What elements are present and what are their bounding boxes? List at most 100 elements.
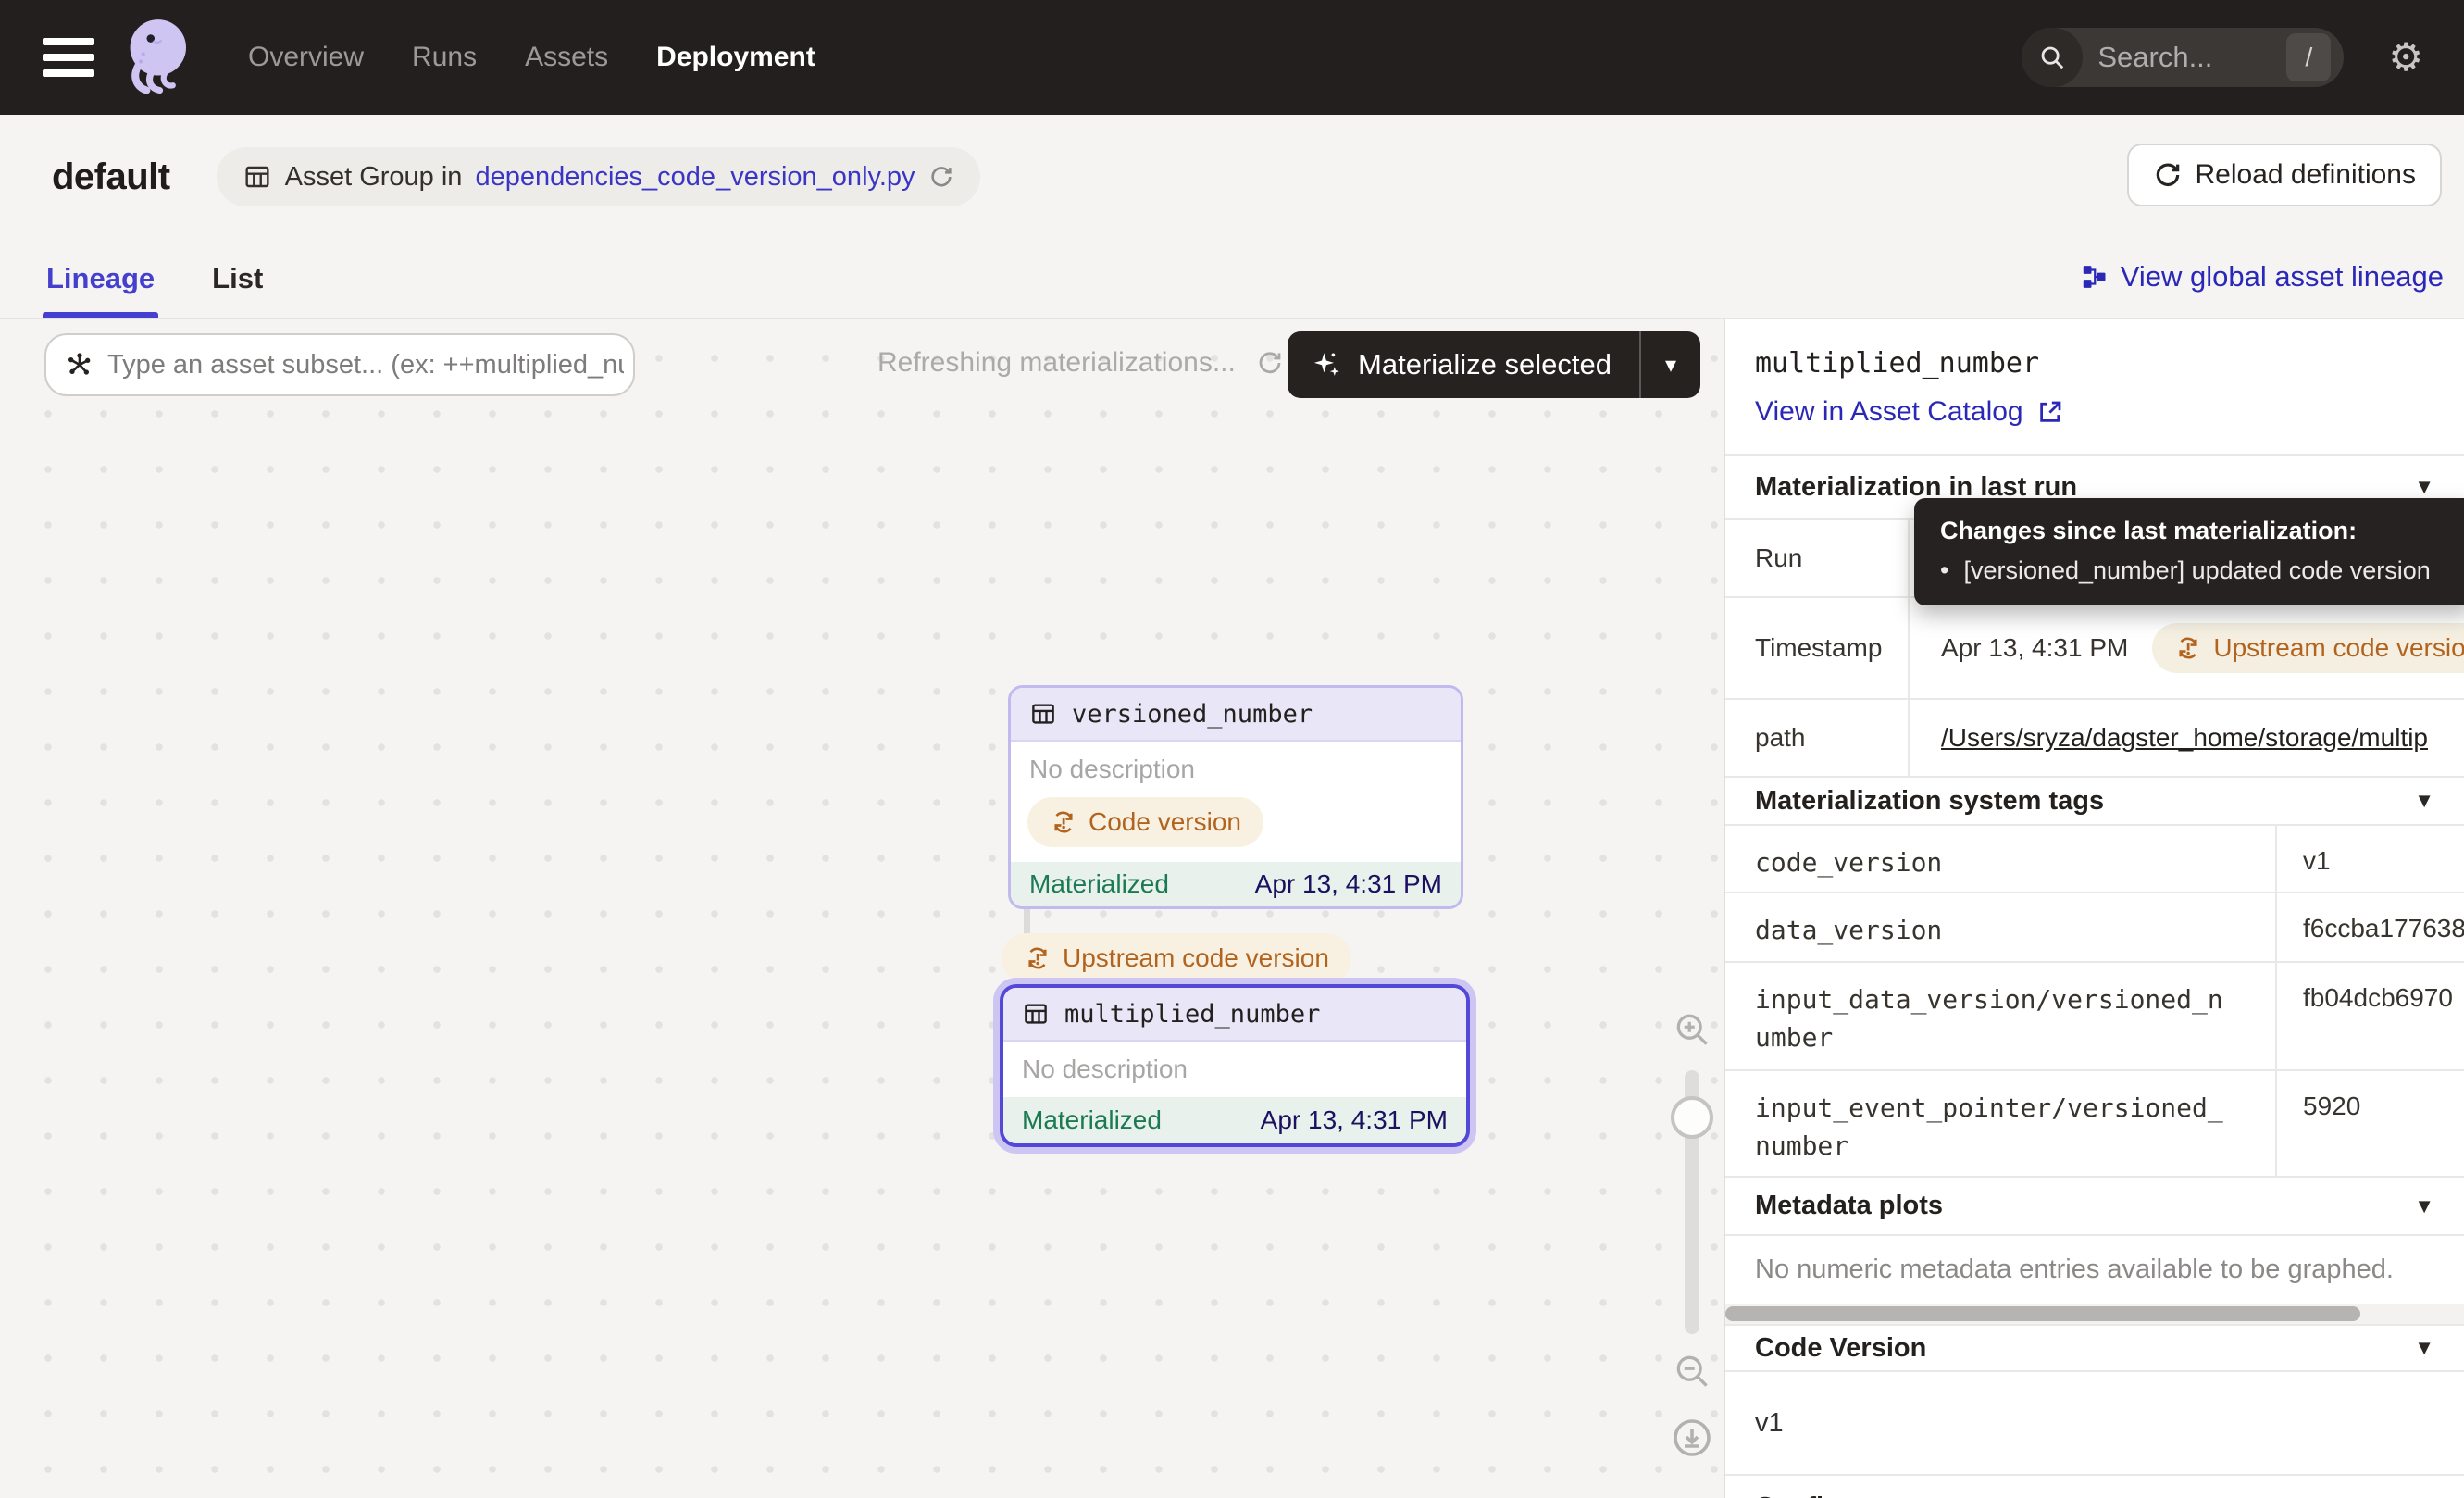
asset-node-multiplied-number[interactable]: multiplied_number No description Materia… (1000, 984, 1470, 1147)
asset-subset-filter[interactable] (44, 333, 635, 396)
asset-table-icon (1022, 1000, 1050, 1028)
row-key: path (1725, 700, 1910, 776)
settings-gear-icon[interactable]: ⚙ (2388, 38, 2423, 77)
view-in-asset-catalog-link[interactable]: View in Asset Catalog (1755, 396, 2434, 428)
section-heading: Materialization system tags (1755, 786, 2104, 817)
asset-subset-input[interactable] (107, 350, 624, 381)
tag-key: code_version (1725, 826, 2277, 892)
asset-node-name: multiplied_number (1064, 1000, 1320, 1029)
collapse-caret-icon[interactable]: ▼ (2414, 1194, 2434, 1218)
nav-item-overview[interactable]: Overview (248, 42, 364, 73)
materialized-timestamp[interactable]: Apr 13, 4:31 PM (1261, 1105, 1448, 1135)
zoom-slider-handle[interactable] (1671, 1096, 1713, 1139)
refresh-spinner-icon[interactable] (1256, 349, 1284, 377)
tab-lineage[interactable]: Lineage (46, 262, 155, 318)
tab-list[interactable]: List (212, 262, 263, 318)
code-version-sync-icon (2174, 634, 2202, 662)
collapse-caret-icon[interactable]: ▼ (2414, 1336, 2434, 1360)
asset-node-description: No description (1011, 742, 1461, 790)
detail-row-path: path /Users/sryza/dagster_home/storage/m… (1725, 698, 2464, 776)
materialized-status: Materialized (1029, 869, 1169, 899)
tag-key: data_version (1725, 893, 2277, 961)
download-image-icon[interactable] (1670, 1416, 1714, 1460)
metadata-plots-empty-message: No numeric metadata entries available to… (1725, 1234, 2464, 1304)
path-link[interactable]: /Users/sryza/dagster_home/storage/multip (1941, 723, 2428, 753)
asset-node-versioned-number[interactable]: versioned_number No description Code v (1008, 685, 1463, 909)
tooltip-item: [versioned_number] updated code version (1963, 556, 2430, 585)
reload-definitions-label: Reload definitions (2196, 159, 2417, 191)
timestamp-value[interactable]: Apr 13, 4:31 PM (1941, 633, 2128, 663)
section-metadata-plots[interactable]: Metadata plots ▼ (1725, 1176, 2464, 1234)
nav-item-assets[interactable]: Assets (525, 42, 608, 73)
asset-node-description: No description (1003, 1042, 1466, 1097)
asset-table-icon (243, 162, 272, 192)
external-link-icon (2036, 398, 2064, 426)
zoom-out-icon[interactable] (1672, 1351, 1712, 1392)
lineage-canvas[interactable]: Refreshing materializations... Materiali… (0, 319, 1725, 1498)
page-header: default Asset Group in dependencies_code… (0, 115, 2464, 319)
page-title: default (52, 156, 170, 198)
asset-table-icon (1029, 700, 1057, 728)
zoom-slider[interactable] (1685, 1070, 1699, 1334)
tag-row-input-event-pointer: input_event_pointer/versioned_number 592… (1725, 1069, 2464, 1176)
collapse-caret-icon[interactable]: ▼ (2414, 475, 2434, 499)
tag-key: input_event_pointer/versioned_number (1725, 1071, 2277, 1176)
collapse-caret-icon[interactable]: ▼ (2414, 789, 2434, 813)
materialize-options-dropdown[interactable]: ▾ (1641, 331, 1700, 398)
view-tabs: Lineage List (0, 262, 263, 318)
section-heading: Config (1755, 1492, 1840, 1498)
horizontal-scrollbar[interactable] (1725, 1304, 2464, 1324)
tag-value: f6ccba177638 (2277, 893, 2464, 961)
search-icon (2022, 28, 2083, 87)
sparkle-icon (1312, 349, 1343, 381)
reload-definitions-button[interactable]: Reload definitions (2127, 144, 2443, 206)
scrollbar-thumb[interactable] (1725, 1306, 2360, 1321)
tag-row-data-version: data_version f6ccba177638 (1725, 892, 2464, 961)
section-heading: Code Version (1755, 1333, 1926, 1364)
upstream-code-version-label: Upstream code version (2213, 633, 2464, 663)
zoom-in-icon[interactable] (1672, 1009, 1712, 1050)
tag-value: v1 (2277, 826, 2464, 892)
upstream-code-version-label: Upstream code version (1063, 943, 1329, 973)
asset-group-prefix: Asset Group in (285, 162, 463, 193)
section-heading: Metadata plots (1755, 1191, 1943, 1221)
refresh-status-label: Refreshing materializations... (877, 347, 1236, 379)
refresh-status: Refreshing materializations... (877, 347, 1284, 379)
tag-key: input_data_version/versioned_number (1725, 963, 2277, 1069)
section-materialization-system-tags[interactable]: Materialization system tags ▼ (1725, 776, 2464, 824)
lineage-graph-icon (2080, 263, 2108, 291)
view-global-asset-lineage-label: View global asset lineage (2121, 260, 2444, 293)
code-version-sync-icon (1024, 944, 1052, 972)
hamburger-menu-icon[interactable] (43, 38, 94, 77)
code-version-badge-label: Code version (1089, 807, 1241, 837)
section-config[interactable]: Config ▼ (1725, 1474, 2464, 1498)
reload-icon (2153, 160, 2183, 190)
section-code-version[interactable]: Code Version ▼ (1725, 1324, 2464, 1370)
primary-nav: Overview Runs Assets Deployment (248, 42, 815, 73)
tag-row-code-version: code_version v1 (1725, 824, 2464, 892)
nav-item-deployment[interactable]: Deployment (656, 42, 815, 73)
tag-value: 5920 (2277, 1071, 2464, 1176)
search-placeholder: Search... (2097, 41, 2286, 74)
nav-item-runs[interactable]: Runs (412, 42, 477, 73)
asset-group-file-link[interactable]: dependencies_code_version_only.py (475, 162, 915, 193)
tooltip-title: Changes since last materialization: (1940, 517, 2449, 545)
code-version-badge: Code version (1027, 797, 1263, 847)
asset-detail-title: multiplied_number (1755, 347, 2434, 380)
code-version-sync-icon (1050, 808, 1077, 836)
code-version-value: v1 (1725, 1370, 2464, 1474)
materialize-selected-label: Materialize selected (1358, 348, 1612, 381)
changes-tooltip: Changes since last materialization: • [v… (1914, 498, 2464, 605)
row-key: Run (1725, 520, 1910, 596)
op-selector-icon (65, 350, 94, 380)
tag-row-input-data-version: input_data_version/versioned_number fb04… (1725, 961, 2464, 1069)
global-search[interactable]: Search... / (2022, 28, 2344, 87)
tooltip-bullet: • (1940, 556, 1948, 585)
materialize-selected-button[interactable]: Materialize selected ▾ (1288, 331, 1700, 398)
view-global-asset-lineage-link[interactable]: View global asset lineage (2080, 260, 2444, 293)
refresh-icon[interactable] (928, 164, 954, 190)
dagster-logo-icon[interactable] (117, 13, 196, 102)
materialized-timestamp[interactable]: Apr 13, 4:31 PM (1255, 869, 1442, 899)
upstream-code-version-badge: Upstream code version (2152, 623, 2464, 673)
search-shortcut-badge: / (2286, 33, 2331, 81)
